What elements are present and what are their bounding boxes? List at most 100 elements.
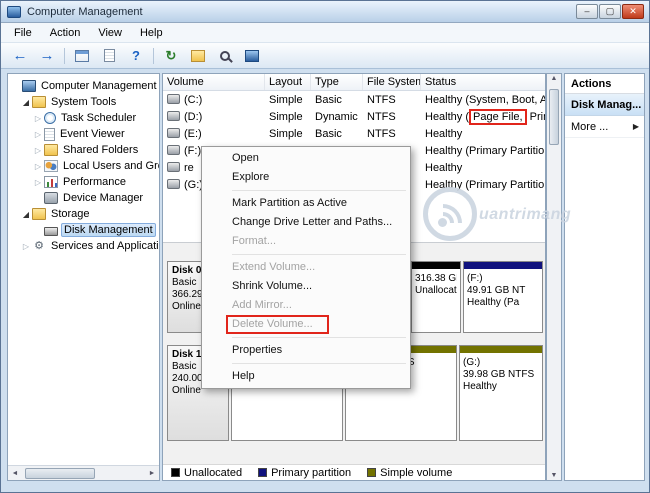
volume-row-c[interactable]: (C:) Simple Basic NTFS Healthy (System, … [163,91,545,108]
maximize-button[interactable]: ▢ [599,4,621,19]
computer-icon [22,80,36,92]
back-icon[interactable]: ← [10,46,30,66]
tree-item-system-tools[interactable]: ◢ System Tools [8,94,159,110]
collapse-arrow-icon[interactable]: ▷ [32,146,44,155]
tree-item-local-users-groups[interactable]: ▷ Local Users and Grou [8,158,159,174]
help-icon[interactable]: ? [126,46,146,66]
tree-item-computer-management[interactable]: Computer Management (Lo [8,78,159,94]
computer-icon[interactable] [242,46,262,66]
menu-separator [232,254,406,255]
tree-item-services-applications[interactable]: ▷ ⚙ Services and Application [8,238,159,254]
primary-partition-swatch [258,468,268,477]
tree-item-device-manager[interactable]: Device Manager [8,190,159,206]
menu-item-help[interactable]: Help [204,367,408,386]
menu-item-open[interactable]: Open [204,149,408,168]
column-status[interactable]: Status [421,74,545,90]
volume-row-e[interactable]: (E:) Simple Basic NTFS Healthy [163,125,545,142]
minimize-button[interactable]: – [576,4,598,19]
refresh-icon[interactable]: ↻ [161,46,181,66]
page-file-highlight: Page File, [469,108,527,125]
column-type[interactable]: Type [311,74,363,90]
volume-icon [167,93,180,104]
shared-folder-icon [44,144,58,156]
close-button[interactable]: ✕ [622,4,644,19]
menu-item-explore[interactable]: Explore [204,168,408,187]
collapse-arrow-icon[interactable]: ▷ [32,130,44,139]
collapse-arrow-icon[interactable]: ▷ [32,162,44,171]
more-actions-item[interactable]: More ... ▶ [565,116,644,138]
menu-help[interactable]: Help [131,25,172,41]
menu-item-shrink-volume[interactable]: Shrink Volume... [204,277,408,296]
tree-item-shared-folders[interactable]: ▷ Shared Folders [8,142,159,158]
collapse-arrow-icon[interactable]: ▷ [32,178,44,187]
volume-icon [167,127,180,138]
menu-item-format[interactable]: Format... [204,232,408,251]
simple-volume-swatch [367,468,377,477]
menu-item-add-mirror[interactable]: Add Mirror... [204,296,408,315]
volume-list-header: Volume Layout Type File System Status [163,74,545,91]
export-list-icon[interactable] [99,46,119,66]
tree-item-event-viewer[interactable]: ▷ Event Viewer [8,126,159,142]
actions-disk-management-group[interactable]: Disk Manag... [565,94,644,116]
menu-item-delete-volume[interactable]: Delete Volume... [204,315,408,334]
menu-item-change-drive-letter[interactable]: Change Drive Letter and Paths... [204,213,408,232]
menu-view[interactable]: View [89,25,131,41]
folder-up-icon[interactable] [188,46,208,66]
volume-row-d[interactable]: (D:) Simple Dynamic NTFS Healthy (Page F… [163,108,545,125]
tree-item-performance[interactable]: ▷ Performance [8,174,159,190]
disk-1-partition-g[interactable]: (G:) 39.98 GB NTFS Healthy [459,345,543,441]
tree-item-disk-management[interactable]: Disk Management [8,222,159,238]
delete-volume-highlight: Delete Volume... [226,315,329,334]
status-cell: Healthy (Primary Partition) [425,178,545,191]
tree-item-storage[interactable]: ◢ Storage [8,206,159,222]
primary-partition-bar [464,262,542,269]
vertical-scrollbar[interactable]: ▲ ▼ [546,73,562,481]
toolbar-separator [153,47,154,64]
window-title: Computer Management [27,5,143,18]
scroll-down-icon[interactable]: ▼ [547,472,561,479]
scroll-left-icon[interactable]: ◄ [8,470,22,477]
scrollbar-thumb[interactable] [549,89,559,145]
status-cell: Healthy (Page File, Primar [425,108,545,125]
menu-item-mark-partition-active[interactable]: Mark Partition as Active [204,194,408,213]
disk-0-unallocated[interactable]: 316.38 GB Unallocated [411,261,461,333]
collapse-arrow-icon[interactable]: ▷ [20,242,32,251]
show-console-tree-icon[interactable] [72,46,92,66]
menu-item-properties[interactable]: Properties [204,341,408,360]
expand-arrow-icon[interactable]: ◢ [20,210,32,219]
volume-icon [167,178,180,189]
disk-icon [44,226,58,236]
folder-icon [32,96,46,108]
storage-folder-icon [32,208,46,220]
scrollbar-thumb[interactable] [25,467,95,479]
menu-item-extend-volume[interactable]: Extend Volume... [204,258,408,277]
context-menu: Open Explore Mark Partition as Active Ch… [201,146,411,389]
unallocated-swatch [171,468,180,477]
menu-file[interactable]: File [5,25,41,41]
expand-arrow-icon[interactable]: ◢ [20,98,32,107]
toolbar: ← → ? ↻ [1,43,649,69]
legend-primary-partition: Primary partition [258,467,351,479]
computer-management-window: Computer Management – ▢ ✕ File Action Vi… [0,0,650,493]
tree-horizontal-scrollbar[interactable]: ◄ ► [8,465,159,480]
collapse-arrow-icon[interactable]: ▷ [32,114,44,123]
volume-icon [167,161,180,172]
legend-unallocated: Unallocated [171,467,242,479]
forward-icon[interactable]: → [37,46,57,66]
menu-separator [232,190,406,191]
scroll-right-icon[interactable]: ► [145,470,159,477]
tree-item-task-scheduler[interactable]: ▷ Task Scheduler [8,110,159,126]
app-icon [7,5,21,18]
find-icon[interactable] [215,46,235,66]
submenu-arrow-icon: ▶ [632,122,639,131]
column-file-system[interactable]: File System [363,74,421,90]
title-bar[interactable]: Computer Management – ▢ ✕ [1,1,649,23]
column-layout[interactable]: Layout [265,74,311,90]
menu-action[interactable]: Action [41,25,90,41]
device-icon [44,192,58,204]
column-volume[interactable]: Volume [163,74,265,90]
legend-simple-volume: Simple volume [367,467,452,479]
disk-0-partition-f[interactable]: (F:) 49.91 GB NT Healthy (Pa [463,261,543,333]
scroll-up-icon[interactable]: ▲ [547,75,561,82]
performance-chart-icon [44,176,58,188]
